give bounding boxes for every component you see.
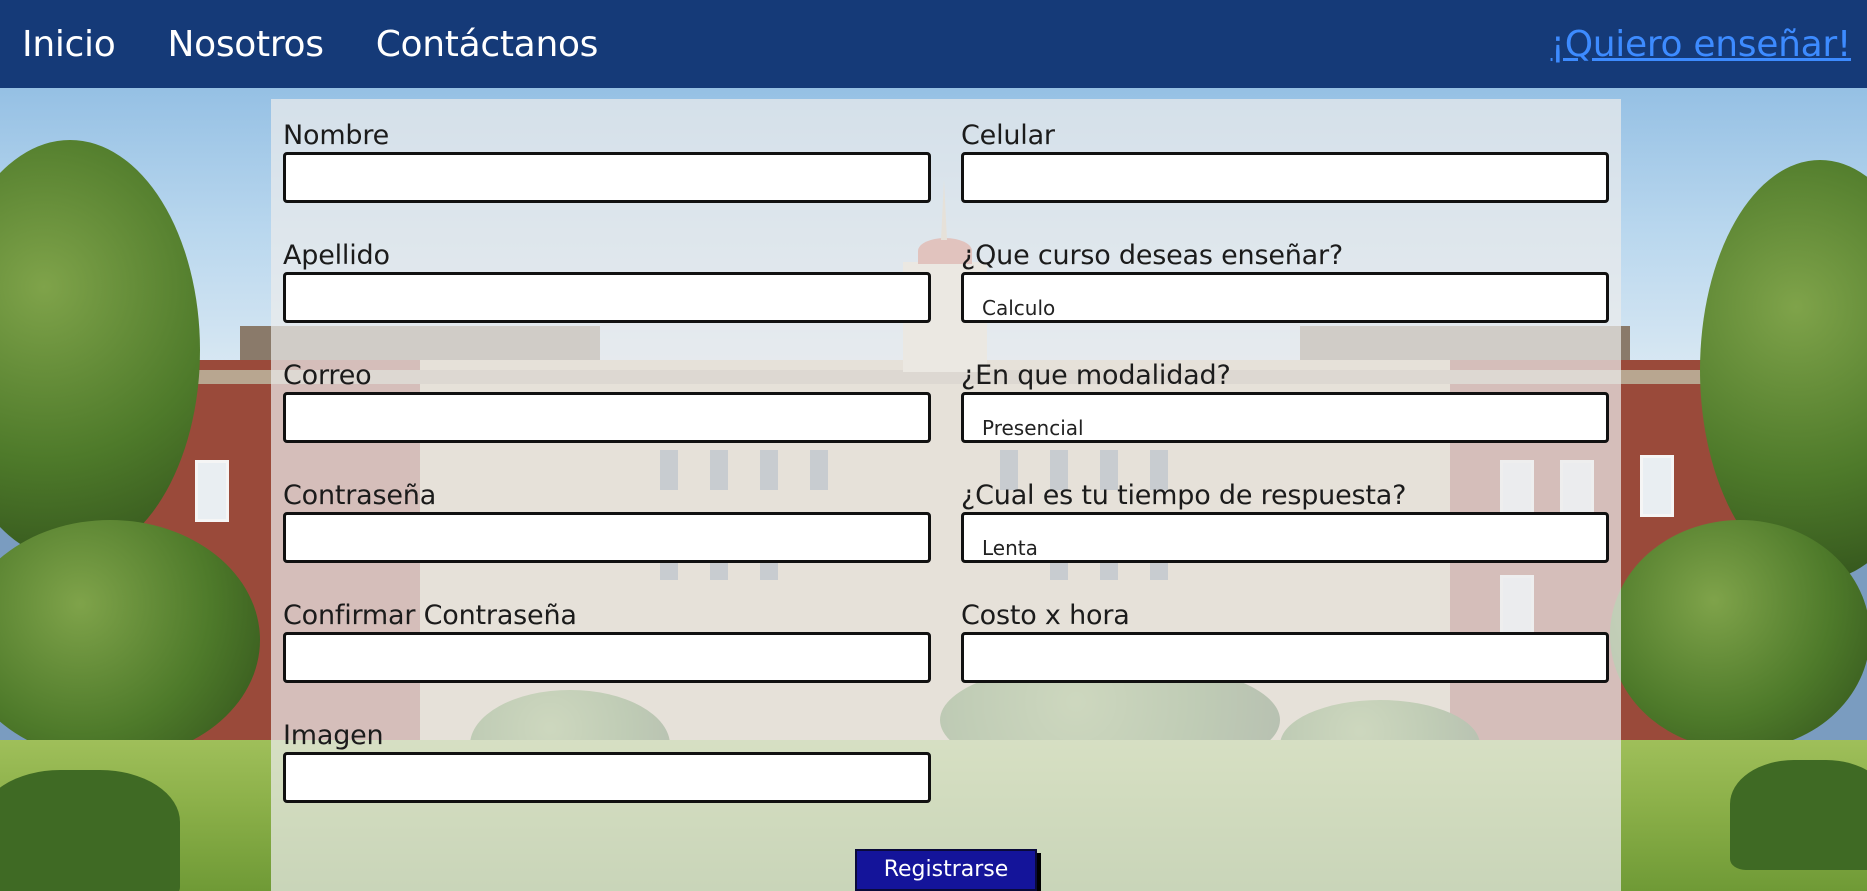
confirmar-contrasena-input[interactable]	[283, 632, 931, 683]
curso-select[interactable]: Calculo	[961, 272, 1609, 323]
field-label-modalidad: ¿En que modalidad?	[961, 360, 1231, 391]
field-label-nombre: Nombre	[283, 120, 390, 151]
nav-link-inicio[interactable]: Inicio	[22, 24, 116, 65]
field-correo: Correo	[283, 360, 931, 443]
top-navbar: Inicio Nosotros Contáctanos ¡Quiero ense…	[0, 0, 1867, 88]
field-label-imagen: Imagen	[283, 720, 384, 751]
field-label-confirmar-contrasena: Confirmar Contraseña	[283, 600, 577, 631]
costo-hora-input[interactable]	[961, 632, 1609, 683]
field-imagen: Imagen	[283, 720, 931, 803]
field-nombre: Nombre	[283, 120, 931, 203]
registration-form-panel: Nombre Apellido Correo Contraseña Confir…	[271, 99, 1621, 891]
nav-link-nosotros[interactable]: Nosotros	[167, 24, 324, 65]
correo-input[interactable]	[283, 392, 931, 443]
field-celular: Celular	[961, 120, 1609, 203]
field-tiempo-respuesta: ¿Cual es tu tiempo de respuesta? Lenta	[961, 480, 1609, 563]
field-curso: ¿Que curso deseas enseñar? Calculo	[961, 240, 1609, 323]
field-contrasena: Contraseña	[283, 480, 931, 563]
field-label-apellido: Apellido	[283, 240, 390, 271]
apellido-input[interactable]	[283, 272, 931, 323]
contrasena-input[interactable]	[283, 512, 931, 563]
field-label-costo-hora: Costo x hora	[961, 600, 1130, 631]
field-costo-hora: Costo x hora	[961, 600, 1609, 683]
field-label-tiempo-respuesta: ¿Cual es tu tiempo de respuesta?	[961, 480, 1407, 511]
imagen-input[interactable]	[283, 752, 931, 803]
tiempo-respuesta-select[interactable]: Lenta	[961, 512, 1609, 563]
field-modalidad: ¿En que modalidad? Presencial	[961, 360, 1609, 443]
field-confirmar-contrasena: Confirmar Contraseña	[283, 600, 931, 683]
celular-input[interactable]	[961, 152, 1609, 203]
nav-link-contactanos[interactable]: Contáctanos	[376, 24, 599, 65]
field-label-curso: ¿Que curso deseas enseñar?	[961, 240, 1344, 271]
modalidad-select[interactable]: Presencial	[961, 392, 1609, 443]
field-label-celular: Celular	[961, 120, 1055, 151]
nombre-input[interactable]	[283, 152, 931, 203]
registrarse-button[interactable]: Registrarse	[855, 849, 1037, 891]
field-label-correo: Correo	[283, 360, 372, 391]
field-label-contrasena: Contraseña	[283, 480, 437, 511]
field-apellido: Apellido	[283, 240, 931, 323]
nav-link-quiero-ensenar[interactable]: ¡Quiero enseñar!	[1551, 24, 1852, 65]
